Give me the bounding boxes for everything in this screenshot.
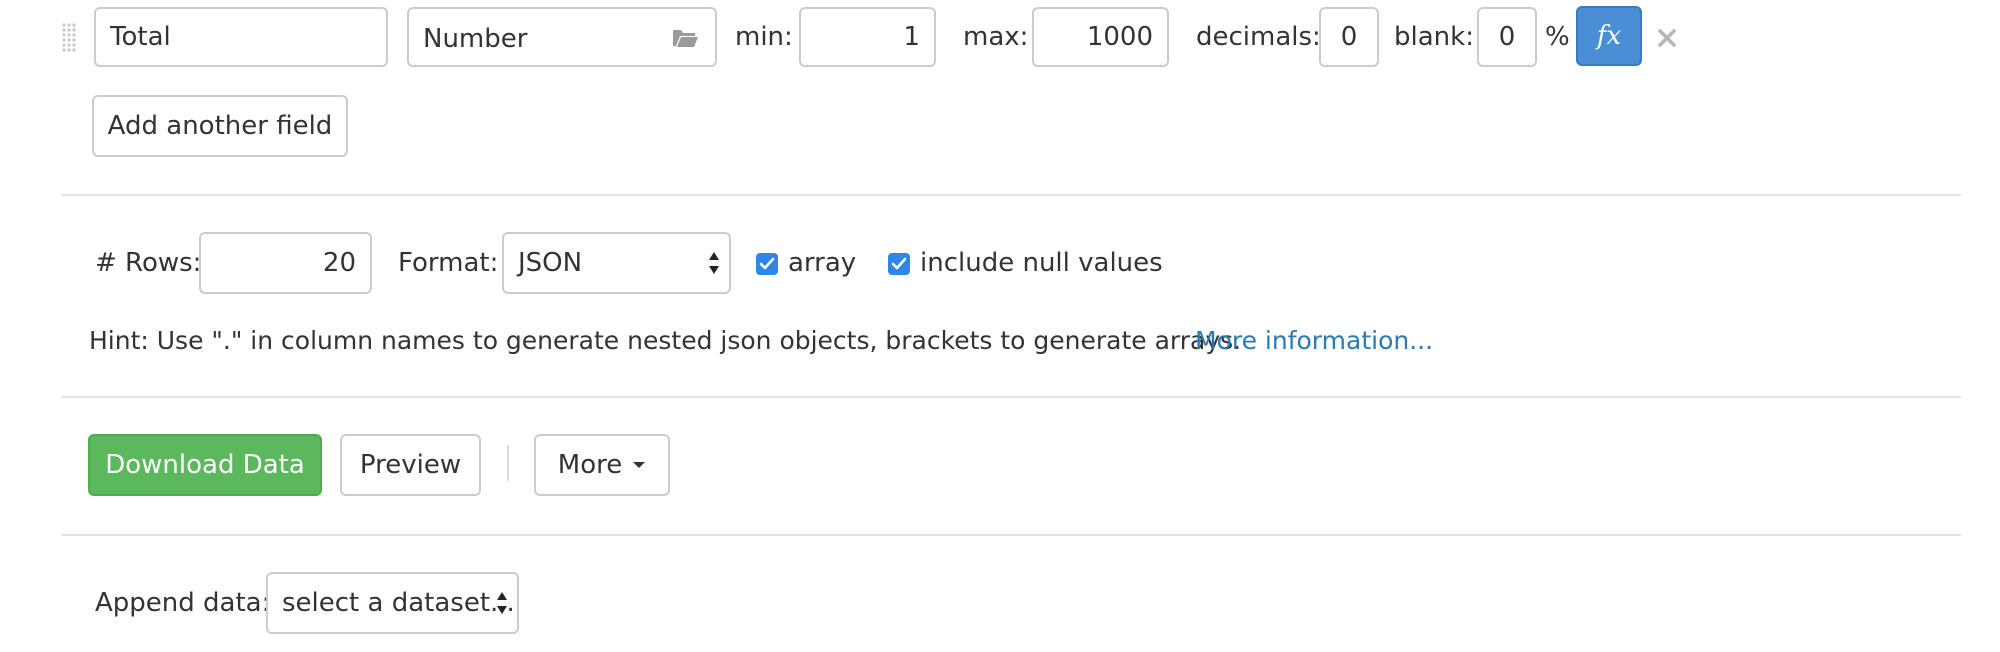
decimals-input[interactable] bbox=[1319, 7, 1379, 67]
fx-icon: fx bbox=[1596, 21, 1622, 51]
format-label: Format: bbox=[398, 248, 499, 278]
divider-1 bbox=[61, 194, 1961, 196]
include-null-checkbox[interactable] bbox=[888, 253, 910, 275]
divider-2 bbox=[61, 396, 1961, 398]
more-information-link[interactable]: More information... bbox=[1195, 326, 1433, 356]
max-label: max: bbox=[963, 22, 1029, 52]
folder-open-icon[interactable] bbox=[671, 26, 699, 57]
more-label: More bbox=[557, 450, 623, 480]
caret-down-icon bbox=[633, 462, 646, 468]
decimals-label: decimals: bbox=[1196, 22, 1321, 52]
add-field-button[interactable]: Add another field bbox=[92, 95, 348, 157]
field-name-input[interactable] bbox=[94, 7, 388, 67]
array-checkbox[interactable] bbox=[756, 253, 778, 275]
include-null-label: include null values bbox=[920, 248, 1163, 278]
max-input[interactable] bbox=[1032, 7, 1169, 67]
drag-handle-icon[interactable] bbox=[61, 22, 77, 54]
dataset-select-value: select a dataset... bbox=[282, 588, 515, 618]
select-arrows-icon bbox=[709, 252, 719, 274]
more-dropdown-button[interactable]: More bbox=[534, 434, 670, 496]
blank-percent-input[interactable] bbox=[1477, 7, 1537, 67]
min-input[interactable] bbox=[799, 7, 936, 67]
divider-3 bbox=[61, 534, 1961, 536]
field-type-selector[interactable]: Number bbox=[407, 7, 717, 67]
percent-sign: % bbox=[1545, 22, 1570, 52]
rows-input[interactable] bbox=[199, 232, 372, 294]
append-data-label: Append data: bbox=[95, 588, 271, 618]
check-icon bbox=[891, 257, 907, 270]
min-label: min: bbox=[735, 22, 793, 52]
format-value: JSON bbox=[518, 248, 583, 278]
array-label: array bbox=[788, 248, 857, 278]
field-type-value: Number bbox=[423, 24, 528, 54]
hint-text: Hint: Use "." in column names to generat… bbox=[89, 326, 1242, 355]
rows-label: # Rows: bbox=[95, 248, 202, 278]
formula-button[interactable]: fx bbox=[1576, 6, 1642, 66]
blank-label: blank: bbox=[1394, 22, 1474, 52]
select-arrows-icon bbox=[497, 592, 507, 614]
check-icon bbox=[759, 257, 775, 270]
format-select[interactable]: JSON bbox=[502, 232, 731, 294]
download-data-button[interactable]: Download Data bbox=[88, 434, 322, 496]
button-separator bbox=[507, 445, 509, 481]
preview-button[interactable]: Preview bbox=[340, 434, 481, 496]
close-icon bbox=[1658, 29, 1676, 47]
remove-field-button[interactable] bbox=[1656, 26, 1678, 48]
dataset-select[interactable]: select a dataset... bbox=[266, 572, 519, 634]
